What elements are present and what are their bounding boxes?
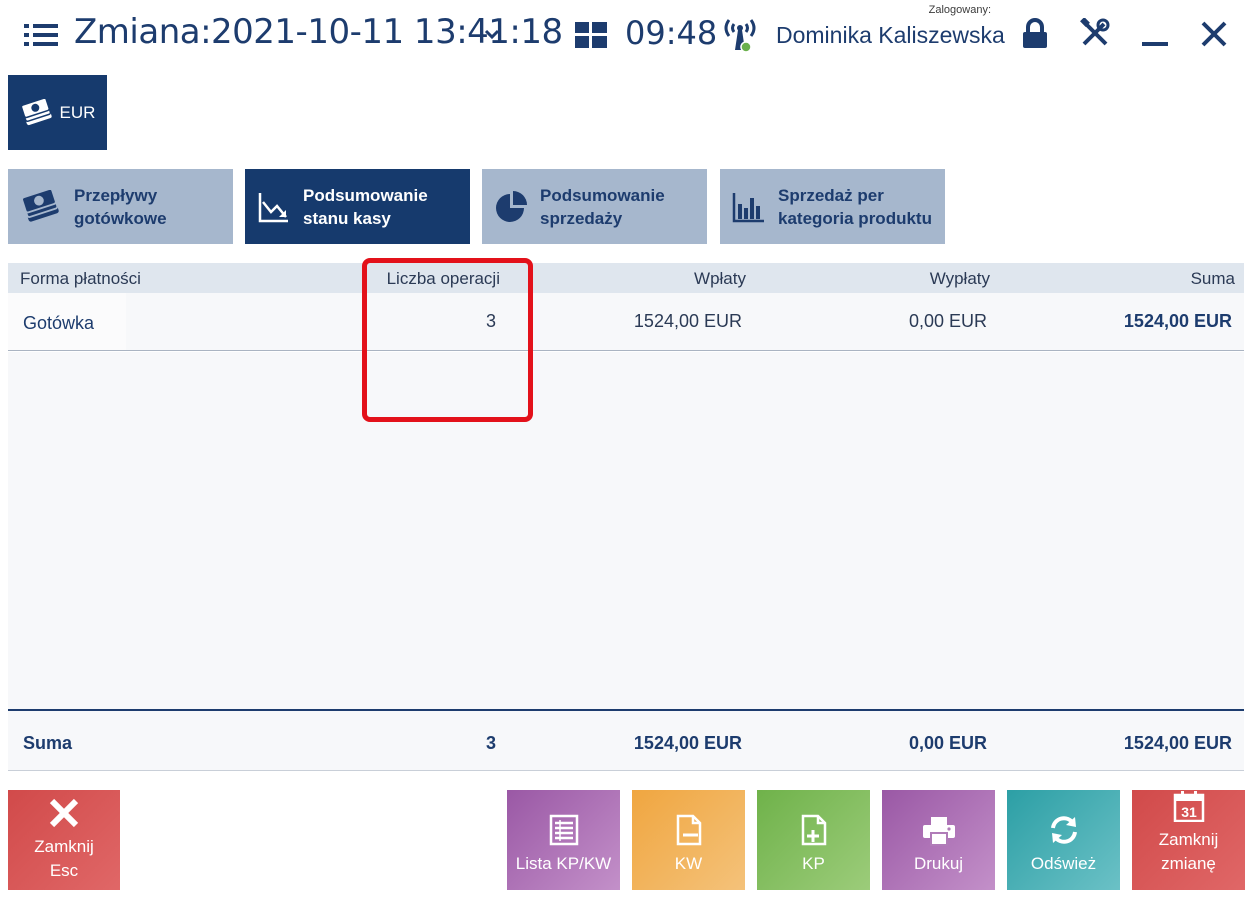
button-label: Drukuj (913, 854, 964, 873)
column-header-withdrawals[interactable]: Wypłaty (930, 269, 990, 289)
summary-deposits: 1524,00 EUR (633, 733, 742, 753)
button-label: Lista KP/KW (515, 854, 612, 873)
bar-chart-icon (732, 192, 764, 222)
currency-tile-eur[interactable]: EUR (8, 75, 107, 150)
trend-chart-icon (258, 192, 288, 222)
button-label: Zamknij zmianę (1158, 830, 1219, 873)
printer-icon (922, 817, 955, 846)
tab-label: Podsumowanie sprzedaży (540, 185, 665, 228)
chevron-down-icon[interactable] (482, 24, 502, 44)
summary-count: 3 (485, 733, 496, 753)
close-button[interactable]: Zamknij Esc (8, 790, 120, 890)
logged-in-label: Zalogowany: (928, 4, 991, 16)
column-header-operations-count[interactable]: Liczba operacji (387, 269, 500, 289)
tab-label: Podsumowanie stanu kasy (303, 185, 428, 228)
summary-row: Suma 3 1524,00 EUR 0,00 EUR 1524,00 EUR (8, 709, 1244, 771)
cash-icon (20, 98, 52, 125)
close-shift-button[interactable]: 31 Zamknij zmianę (1132, 790, 1245, 890)
top-bar: Zmiana:2021-10-11 13:41:18 09:48 Zalogow… (0, 0, 1253, 70)
pie-chart-icon (496, 190, 527, 222)
print-button[interactable]: Drukuj (882, 790, 995, 890)
summary-withdrawals: 0,00 EUR (908, 733, 987, 753)
tab-label: Sprzedaż per kategoria produktu (778, 185, 932, 228)
connection-status-icon (724, 19, 756, 53)
minimize-icon[interactable] (1140, 22, 1170, 50)
column-header-deposits[interactable]: Wpłaty (694, 269, 746, 289)
document-list-icon (549, 814, 578, 846)
tools-icon[interactable] (1080, 18, 1110, 48)
user-name: Dominika Kaliszewska (776, 22, 1005, 48)
tab-cash-register-summary[interactable]: Podsumowanie stanu kasy (245, 169, 470, 244)
menu-icon[interactable] (24, 22, 58, 48)
table-row[interactable]: Gotówka 3 1524,00 EUR 0,00 EUR 1524,00 E… (8, 293, 1244, 351)
summary-total: 1524,00 EUR (1123, 733, 1232, 753)
payment-method-cell: Gotówka (23, 313, 95, 333)
operations-count-cell: 3 (485, 311, 496, 331)
total-cell: 1524,00 EUR (1123, 311, 1232, 331)
lock-icon[interactable] (1020, 18, 1050, 50)
table-empty-area (8, 352, 1244, 709)
dashboard-grid-icon[interactable] (575, 22, 607, 48)
refresh-button[interactable]: Odśwież (1007, 790, 1120, 890)
clock: 09:48 (625, 14, 718, 52)
summary-label: Suma (23, 733, 73, 753)
table-header: Forma płatności Liczba operacji Wpłaty W… (8, 263, 1244, 293)
column-header-total[interactable]: Suma (1191, 269, 1235, 289)
button-label: KW (674, 854, 703, 873)
list-kp-kw-button[interactable]: Lista KP/KW (507, 790, 620, 890)
tab-cash-flows[interactable]: Przepływy gotówkowe (8, 169, 233, 244)
document-minus-icon (676, 814, 701, 846)
kp-button[interactable]: KP (757, 790, 870, 890)
calendar-day: 31 (1181, 804, 1197, 820)
tab-label: Przepływy gotówkowe (74, 185, 167, 228)
tab-sales-summary[interactable]: Podsumowanie sprzedaży (482, 169, 707, 244)
refresh-icon (1050, 816, 1077, 844)
deposits-cell: 1524,00 EUR (633, 311, 742, 331)
cash-icon (21, 189, 59, 222)
close-icon (49, 798, 79, 828)
currency-label: EUR (59, 102, 96, 122)
kw-button[interactable]: KW (632, 790, 745, 890)
button-label: Odśwież (1030, 854, 1097, 873)
tab-sales-per-category[interactable]: Sprzedaż per kategoria produktu (720, 169, 945, 244)
column-header-payment-method[interactable]: Forma płatności (20, 269, 141, 289)
document-plus-icon (801, 814, 826, 846)
close-window-icon[interactable] (1200, 20, 1228, 48)
button-label: Zamknij Esc (34, 837, 94, 880)
button-label: KP (802, 854, 825, 873)
calendar-icon: 31 (1173, 791, 1204, 822)
withdrawals-cell: 0,00 EUR (908, 311, 987, 331)
